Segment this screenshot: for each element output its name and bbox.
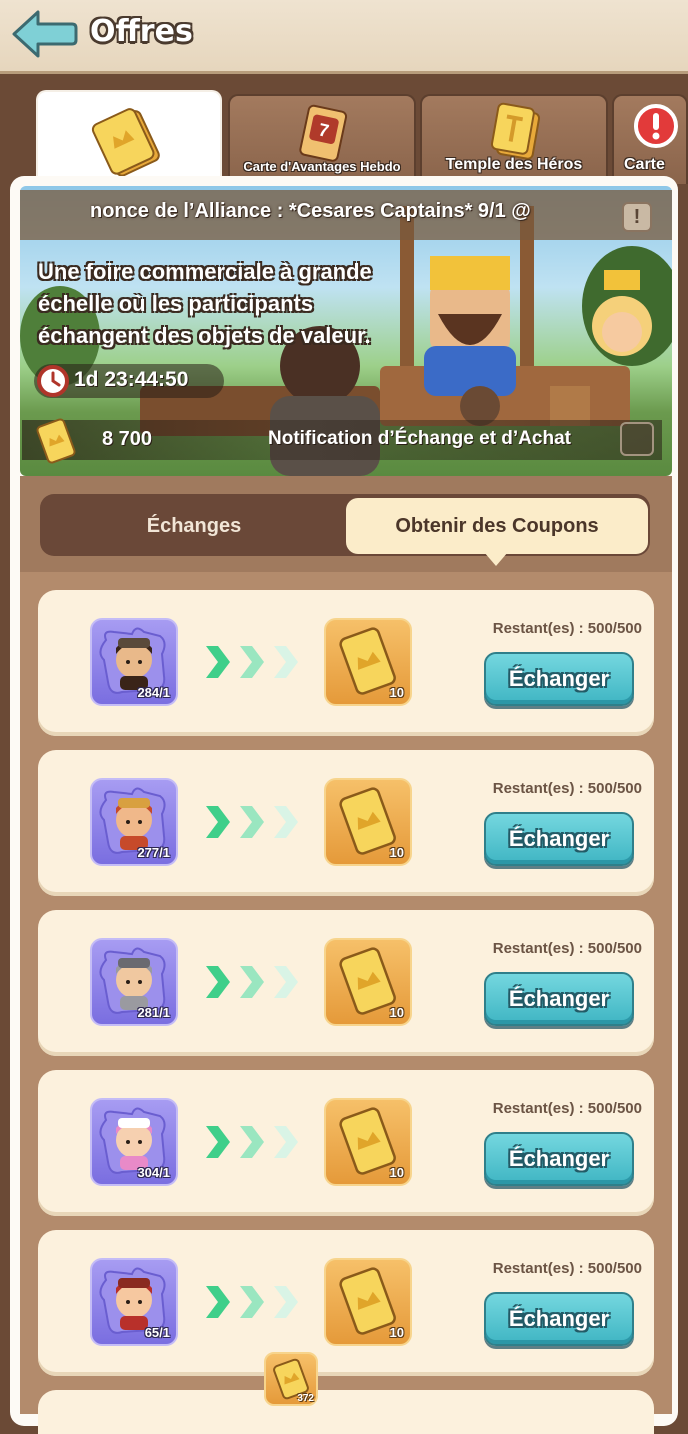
exchange-row: 284/1 10 Restant(es) : 500/500 Échanger — [38, 590, 654, 736]
segment-exchanges[interactable]: Échanges — [44, 498, 344, 554]
alliance-announcement-text: nonce de l’Alliance : *Cesares Captains*… — [90, 200, 531, 222]
exchange-button[interactable]: Échanger — [484, 1292, 634, 1346]
alert-icon — [634, 104, 678, 148]
tab-hero-temple-label: Temple des Héros — [445, 156, 583, 173]
exchange-button[interactable]: Échanger — [484, 812, 634, 866]
hero-shard-tile[interactable]: 277/1 — [90, 778, 178, 866]
announcement-alert-icon[interactable]: ! — [622, 202, 652, 232]
reward-coupon-tile[interactable]: 10 — [324, 1258, 412, 1346]
page-title: Offres — [90, 14, 193, 49]
exchange-row: 281/1 10 Restant(es) : 500/500 Échanger — [38, 910, 654, 1056]
countdown-timer: 1d 23:44:50 — [74, 368, 189, 391]
coupon-icon — [36, 418, 76, 464]
tab-card-label: Carte — [624, 156, 665, 173]
tab-weekly-card[interactable]: 7 Carte d'Avantages Hebdo — [228, 94, 416, 184]
weekly-card-icon: 7 — [299, 104, 348, 162]
back-button[interactable] — [10, 8, 78, 60]
reward-coupon-tile[interactable]: 10 — [324, 778, 412, 866]
tab-card[interactable]: Carte — [612, 94, 688, 184]
hero-shard-tile[interactable]: 284/1 — [90, 618, 178, 706]
event-description: Une foire commerciale à grande échelle o… — [38, 259, 372, 348]
reward-count: 10 — [389, 1325, 404, 1340]
hero-shard-tile[interactable]: 65/1 — [90, 1258, 178, 1346]
hero-shard-count: 65/1 — [144, 1325, 170, 1340]
tab-hero-temple[interactable]: Temple des Héros — [420, 94, 608, 184]
arrow-icon — [206, 966, 298, 998]
hero-shard-tile[interactable]: 304/1 — [90, 1098, 178, 1186]
reward-coupon-tile[interactable]: 10 — [324, 938, 412, 1026]
reward-count: 10 — [389, 845, 404, 860]
exchange-row: 304/1 10 Restant(es) : 500/500 Échanger — [38, 1070, 654, 1216]
notification-checkbox[interactable] — [620, 422, 654, 456]
hero-shard-count: 277/1 — [137, 845, 170, 860]
exchange-button[interactable]: Échanger — [484, 1132, 634, 1186]
reward-count: 10 — [389, 1165, 404, 1180]
notification-label: Notification d’Échange et d’Achat — [268, 428, 571, 449]
exchange-button[interactable]: Échanger — [484, 652, 634, 706]
list-item — [38, 1390, 654, 1434]
exchange-button[interactable]: Échanger — [484, 972, 634, 1026]
arrow-icon — [206, 1126, 298, 1158]
reward-count: 10 — [389, 685, 404, 700]
remaining-stock: Restant(es) : 500/500 — [492, 1260, 642, 1277]
remaining-stock: Restant(es) : 500/500 — [492, 940, 642, 957]
segment-get-coupons[interactable]: Obtenir des Coupons — [346, 498, 648, 554]
coupon-balance: 8 700 — [102, 428, 153, 450]
clock-icon — [37, 365, 69, 397]
tab-weekly-card-label: Carte d'Avantages Hebdo — [243, 159, 401, 174]
reward-count: 10 — [389, 1005, 404, 1020]
segment-pointer — [484, 552, 508, 566]
arrow-icon — [206, 806, 298, 838]
reward-coupon-tile[interactable]: 10 — [324, 618, 412, 706]
remaining-stock: Restant(es) : 500/500 — [492, 1100, 642, 1117]
hero-shard-count: 304/1 — [137, 1165, 170, 1180]
remaining-stock: Restant(es) : 500/500 — [492, 620, 642, 637]
reward-coupon-tile[interactable]: 10 — [324, 1098, 412, 1186]
arrow-icon — [206, 646, 298, 678]
arrow-icon — [206, 1286, 298, 1318]
tab-coupons[interactable] — [36, 90, 222, 190]
remaining-stock: Restant(es) : 500/500 — [492, 780, 642, 797]
coupon-total-badge: 372 — [264, 1352, 318, 1406]
exchange-row: 277/1 10 Restant(es) : 500/500 Échanger — [38, 750, 654, 896]
hero-shard-count: 284/1 — [137, 685, 170, 700]
coupon-icon — [91, 108, 160, 177]
exchange-row: 65/1 10 Restant(es) : 500/500 Échanger — [38, 1230, 654, 1376]
hero-shard-count: 281/1 — [137, 1005, 170, 1020]
back-arrow-icon — [12, 10, 78, 58]
hero-shard-tile[interactable]: 281/1 — [90, 938, 178, 1026]
coupon-total-count: 372 — [297, 1393, 314, 1404]
